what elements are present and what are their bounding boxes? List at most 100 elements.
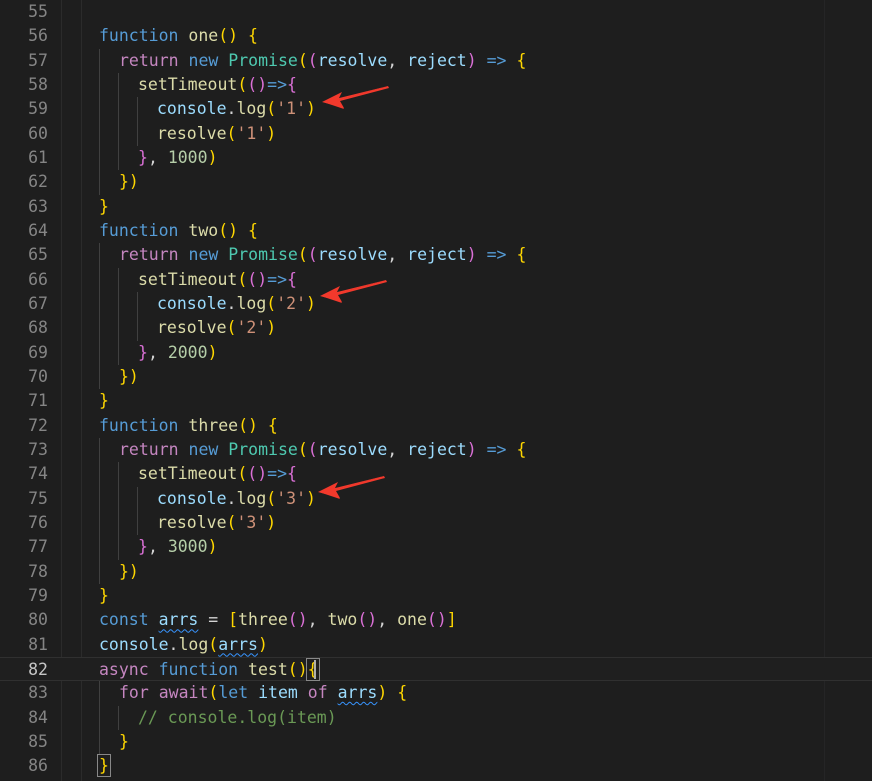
line-number: 65 (28, 245, 48, 265)
editor-line-64[interactable]: 64 function two() { (0, 219, 872, 243)
line-number: 83 (28, 683, 48, 703)
line-number: 73 (28, 439, 48, 459)
line-number: 77 (28, 537, 48, 557)
text-cursor (314, 660, 316, 679)
editor-line-82-current[interactable]: 82 async function test(){ (0, 656, 872, 682)
line-content: }) (119, 172, 139, 192)
editor-line-56[interactable]: 56 function one() { (0, 24, 872, 48)
editor-line-68[interactable]: 68 resolve('2') (0, 316, 872, 340)
line-number: 56 (28, 26, 48, 46)
editor-line-77[interactable]: 77 }, 3000) (0, 535, 872, 559)
line-content: async function test(){ (99, 657, 320, 681)
editor-line-75[interactable]: 75 console.log('3') (0, 487, 872, 511)
indent-guide (118, 267, 119, 365)
line-content: console.log('2') (157, 293, 316, 313)
line-content: return new Promise((resolve, reject) => … (119, 245, 527, 265)
indent-guide (99, 437, 100, 584)
editor-line-80[interactable]: 80 const arrs = [three(), two(), one()] (0, 608, 872, 632)
line-number: 70 (28, 366, 48, 386)
diagnostic-token-arrs: arrs (158, 610, 199, 630)
editor-line-78[interactable]: 78 }) (0, 560, 872, 584)
editor-line-79[interactable]: 79 } (0, 584, 872, 608)
line-content: }, 1000) (138, 147, 218, 167)
line-content: }) (119, 366, 139, 386)
line-number: 67 (28, 293, 48, 313)
editor-line-63[interactable]: 63 } (0, 195, 872, 219)
indent-guide (99, 48, 100, 195)
diagnostic-token-arrs: arrs (337, 683, 378, 703)
line-content: console.log('1') (157, 99, 316, 119)
line-content: setTimeout(()=>{ (138, 269, 297, 289)
line-number: 80 (28, 610, 48, 630)
editor-line-59[interactable]: 59 console.log('1') (0, 97, 872, 121)
line-number: 68 (28, 318, 48, 338)
bracket-match-open: { (305, 657, 320, 681)
editor-line-81[interactable]: 81 console.log(arrs) (0, 633, 872, 657)
line-number: 66 (28, 269, 48, 289)
line-content: function two() { (99, 220, 258, 240)
line-content: for await(let item of arrs) { (119, 683, 408, 703)
line-number-active: 82 (28, 659, 48, 679)
indent-guide (99, 243, 100, 390)
editor-line-86[interactable]: 86 } (0, 754, 872, 778)
indent-guide (118, 462, 119, 560)
line-content: resolve('1') (157, 123, 277, 143)
line-number: 85 (28, 731, 48, 751)
line-number: 58 (28, 74, 48, 94)
editor-line-61[interactable]: 61 }, 1000) (0, 146, 872, 170)
line-number: 63 (28, 196, 48, 216)
line-number: 81 (28, 634, 48, 654)
line-content: }) (119, 561, 139, 581)
line-number: 61 (28, 147, 48, 167)
line-number: 79 (28, 585, 48, 605)
editor-line-84[interactable]: 84 // console.log(item) (0, 706, 872, 730)
line-number: 76 (28, 512, 48, 532)
line-content: resolve('2') (157, 318, 277, 338)
line-number: 71 (28, 391, 48, 411)
editor-line-76[interactable]: 76 resolve('3') (0, 511, 872, 535)
editor-line-66[interactable]: 66 setTimeout(()=>{ (0, 268, 872, 292)
editor-line-83[interactable]: 83 for await(let item of arrs) { (0, 681, 872, 705)
line-content: }, 2000) (138, 342, 218, 362)
line-content: }, 3000) (138, 537, 218, 557)
line-content: // console.log(item) (138, 707, 337, 727)
line-content: } (99, 391, 109, 411)
editor-line-71[interactable]: 71 } (0, 389, 872, 413)
line-content: return new Promise((resolve, reject) => … (119, 439, 527, 459)
code-editor[interactable]: 55 56 function one() { 57 return new Pro… (0, 0, 872, 781)
editor-line-60[interactable]: 60 resolve('1') (0, 122, 872, 146)
editor-line-57[interactable]: 57 return new Promise((resolve, reject) … (0, 49, 872, 73)
line-number: 69 (28, 342, 48, 362)
line-content: console.log(arrs) (99, 634, 268, 654)
line-content: } (99, 585, 109, 605)
line-number: 84 (28, 707, 48, 727)
bracket-match-close: } (97, 754, 111, 778)
editor-line-72[interactable]: 72 function three() { (0, 414, 872, 438)
diagnostic-token-arrs: arrs (218, 634, 258, 654)
editor-line-69[interactable]: 69 }, 2000) (0, 341, 872, 365)
line-number: 72 (28, 415, 48, 435)
line-number: 60 (28, 123, 48, 143)
editor-line-65[interactable]: 65 return new Promise((resolve, reject) … (0, 243, 872, 267)
line-content: } (99, 196, 109, 216)
indent-guide (137, 486, 138, 536)
line-number: 78 (28, 561, 48, 581)
line-number: 57 (28, 50, 48, 70)
line-content: function one() { (99, 26, 258, 46)
line-content: } (97, 754, 111, 778)
editor-line-55[interactable]: 55 (0, 0, 872, 24)
editor-line-70[interactable]: 70 }) (0, 365, 872, 389)
editor-line-85[interactable]: 85 } (0, 730, 872, 754)
line-content: console.log('3') (157, 488, 316, 508)
editor-line-62[interactable]: 62 }) (0, 170, 872, 194)
line-number: 62 (28, 172, 48, 192)
editor-line-58[interactable]: 58 setTimeout(()=>{ (0, 73, 872, 97)
editor-line-74[interactable]: 74 setTimeout(()=>{ (0, 462, 872, 486)
line-content: } (119, 731, 129, 751)
editor-line-73[interactable]: 73 return new Promise((resolve, reject) … (0, 438, 872, 462)
editor-line-67[interactable]: 67 console.log('2') (0, 292, 872, 316)
indent-guide (137, 97, 138, 146)
line-content: resolve('3') (157, 512, 277, 532)
line-number: 59 (28, 99, 48, 119)
indent-guide (137, 291, 138, 341)
